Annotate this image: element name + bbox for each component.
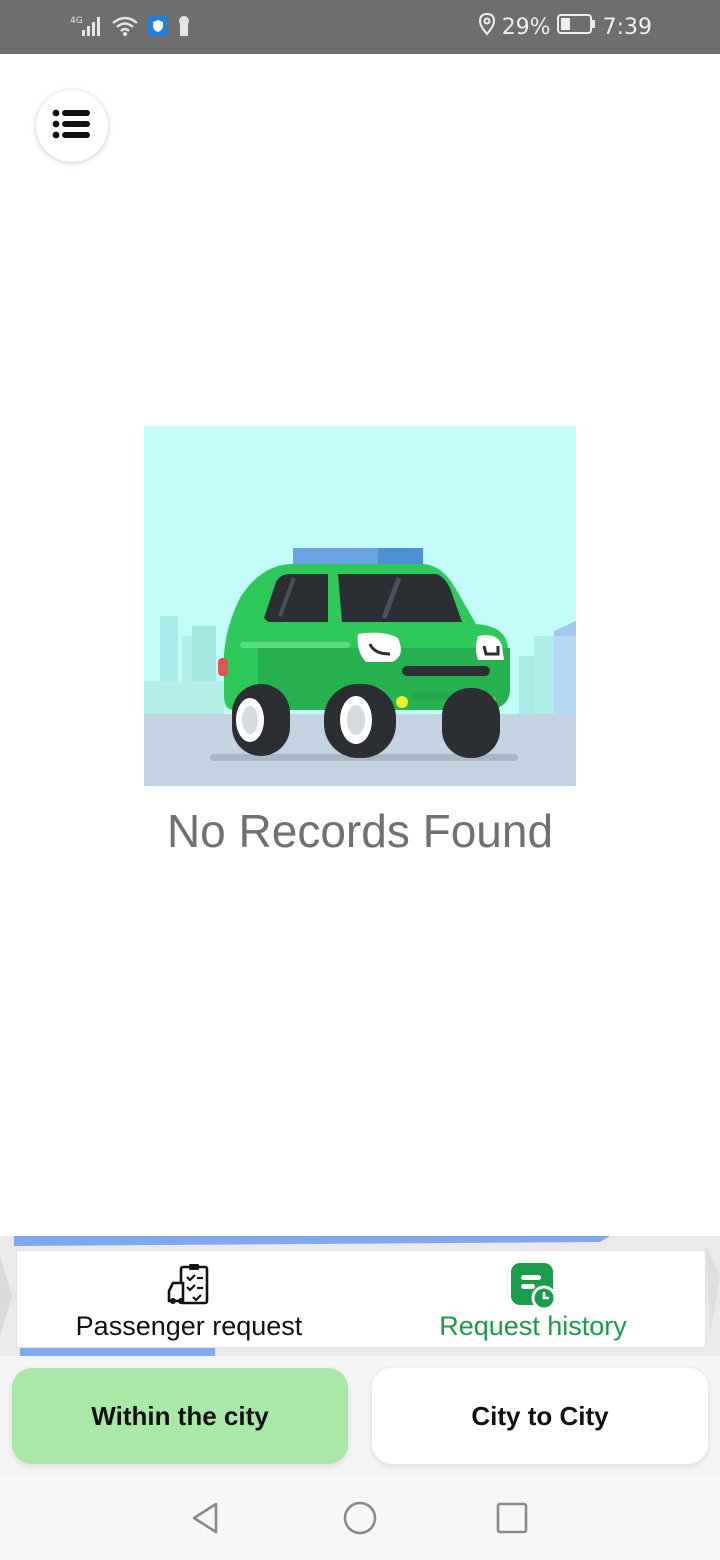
home-circle-icon[interactable] <box>340 1498 380 1538</box>
green-car-illustration <box>144 426 576 786</box>
city-to-city-button[interactable]: City to City <box>372 1368 708 1464</box>
tab-passenger-request-label: Passenger request <box>75 1311 303 1341</box>
location-icon <box>478 12 496 42</box>
menu-button[interactable] <box>36 90 108 162</box>
status-left-icons: 4G <box>70 14 192 42</box>
wifi-icon <box>110 14 140 43</box>
svg-text:4G: 4G <box>70 16 83 26</box>
keyhole-icon <box>176 14 192 43</box>
empty-state-message: No Records Found <box>166 805 554 857</box>
tab-passenger-request[interactable]: Passenger request <box>17 1251 361 1347</box>
tab-request-history-label: Request history <box>439 1311 627 1341</box>
tabs-card: Passenger request Request history <box>16 1250 706 1348</box>
battery-percent: 29% <box>501 14 551 40</box>
list-menu-icon <box>52 108 92 145</box>
battery-icon <box>556 13 597 41</box>
tab-request-history[interactable]: Request history <box>361 1251 705 1347</box>
status-right: 29% 7:39 <box>478 12 652 42</box>
trip-type-selector: Within the city City to City <box>0 1356 720 1476</box>
history-clock-icon <box>509 1261 557 1311</box>
back-triangle-icon[interactable] <box>186 1498 226 1538</box>
within-city-button[interactable]: Within the city <box>12 1368 348 1464</box>
signal-icon: 4G <box>70 14 104 43</box>
system-nav-bar <box>0 1476 720 1560</box>
status-bar: 4G 29% 7:39 <box>0 0 720 54</box>
recents-square-icon[interactable] <box>492 1498 532 1538</box>
clipboard-car-icon <box>165 1261 213 1309</box>
shield-app-icon <box>146 14 170 43</box>
clock-time: 7:39 <box>602 14 652 40</box>
